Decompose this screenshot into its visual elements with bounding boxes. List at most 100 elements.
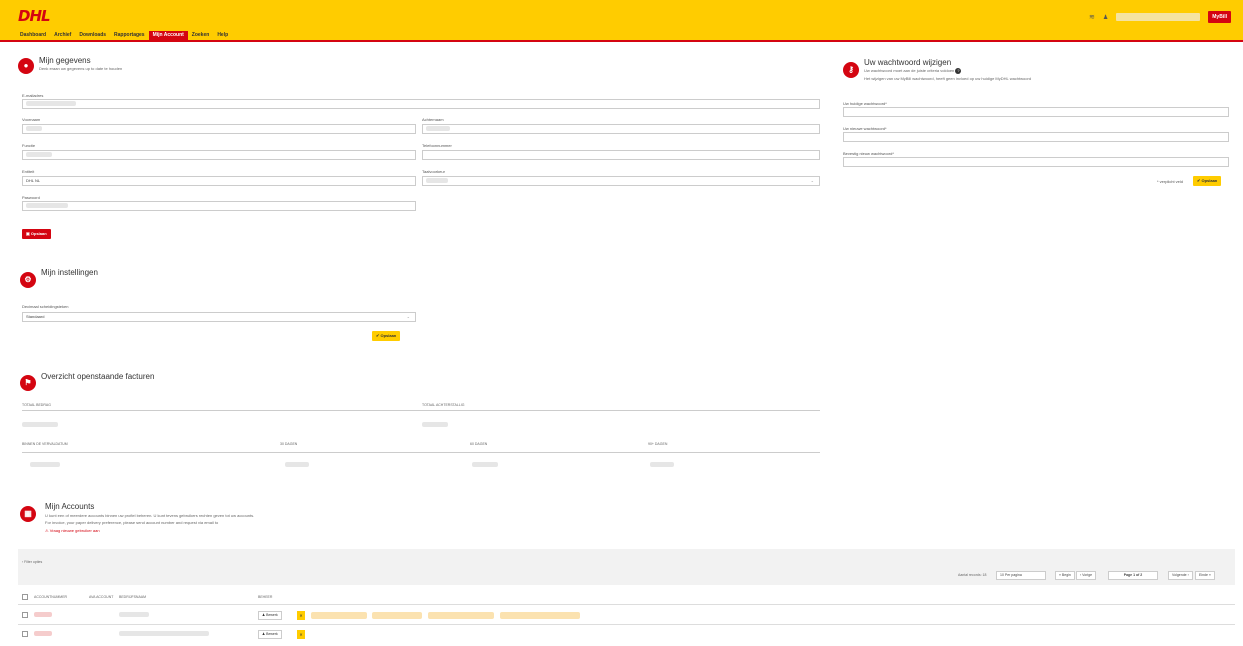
dagen-90-header: 90+ dagen: [648, 442, 668, 446]
facturen-title: Overzicht openstaande facturen: [41, 372, 155, 381]
binnen-vervaldatum-header: Binnen de vervaldatum: [22, 442, 68, 446]
page-indicator[interactable]: Page 1 of 2: [1108, 571, 1158, 580]
accountnummer-header: Accountnummer: [34, 595, 68, 599]
voornaam-label: Voornaam: [22, 117, 41, 122]
select-all-checkbox[interactable]: [22, 594, 28, 600]
bevestig-label: Bevestig nieuw wachtwoord*: [843, 151, 894, 156]
wachtwoord-title: Uw wachtwoord wijzigen: [864, 58, 952, 67]
entiteit-field[interactable]: DHL NL: [22, 176, 416, 186]
signal-icon[interactable]: ≋: [1089, 13, 1095, 21]
help-icon[interactable]: ?: [955, 68, 962, 74]
volgende-button[interactable]: Volgende ›: [1168, 571, 1193, 580]
nav-archief[interactable]: Archief: [50, 31, 75, 40]
divider: [18, 624, 1235, 625]
bevestig-wachtwoord-field[interactable]: [843, 157, 1229, 167]
begin-button[interactable]: « Begin: [1055, 571, 1075, 580]
remove-button[interactable]: ✕: [297, 611, 305, 620]
chevron-down-icon: ⌄: [406, 314, 410, 319]
flag-icon: ⚑: [20, 375, 36, 391]
totaal-bedrag-header: Totaal bedrag: [22, 403, 51, 407]
huidig-label: Uw huidige wachtwoord*: [843, 101, 887, 106]
key-icon: ⚷: [843, 62, 859, 78]
mybill-badge[interactable]: MyBill: [1208, 11, 1231, 23]
einde-button[interactable]: Einde »: [1195, 571, 1215, 580]
gegevens-opslaan-button[interactable]: ▣ Opslaan: [22, 229, 51, 239]
nieuwe-gebruiker-link[interactable]: ⚠ Vraag nieuwe gebruiker aan: [45, 528, 100, 533]
user-chip[interactable]: [500, 612, 580, 619]
filter-toggle[interactable]: › Filter opties: [22, 560, 42, 564]
decimal-select[interactable]: Standaard ⌄: [22, 312, 416, 322]
dhl-logo[interactable]: DHL: [18, 9, 64, 24]
per-page-select[interactable]: 10 Per pagina: [996, 571, 1046, 580]
user-chip[interactable]: [311, 612, 367, 619]
wachtwoord-opslaan-button[interactable]: ✔ Opslaan: [1193, 176, 1222, 186]
nav-rapportages[interactable]: Rapportages: [110, 31, 149, 40]
achternaam-label: Achternaam: [422, 117, 444, 122]
header-right: ≋ ♟ MyBill: [1089, 11, 1231, 23]
gegevens-title: Mijn gegevens: [39, 56, 91, 65]
divider: [22, 410, 820, 411]
user-chip[interactable]: [372, 612, 422, 619]
email-field[interactable]: [22, 99, 820, 109]
dagen-30-header: 30 dagen: [280, 442, 298, 446]
top-header: DHL Dashboard Archief Downloads Rapporta…: [0, 0, 1243, 42]
telefoon-label: Telefoonnummer: [422, 143, 452, 148]
huidig-wachtwoord-field[interactable]: [843, 107, 1229, 117]
account-number[interactable]: [34, 631, 52, 637]
nav-dashboard[interactable]: Dashboard: [16, 31, 50, 40]
achternaam-field[interactable]: [422, 124, 820, 134]
voornaam-field[interactable]: [22, 124, 416, 134]
instellingen-opslaan-button[interactable]: ✔ Opslaan: [372, 331, 401, 341]
taal-select[interactable]: ⌄: [422, 176, 820, 186]
accounts-line1: U kunt een of meerdere accounts binnen u…: [45, 513, 255, 518]
gears-icon: ⚙: [20, 272, 36, 288]
bewerk-button[interactable]: ♟ Bewerk: [258, 630, 282, 639]
nav-mijn-account[interactable]: Mijn Account: [148, 31, 188, 40]
account-number[interactable]: [34, 612, 52, 618]
user-name-box[interactable]: [1116, 13, 1201, 21]
row-checkbox[interactable]: [22, 612, 28, 618]
building-icon: ▦: [20, 506, 36, 522]
totaal-bedrag-value: [22, 422, 58, 428]
dagen-60-value: [472, 462, 498, 468]
vorige-button[interactable]: ‹ Vorige: [1076, 571, 1097, 580]
wachtwoord-sub2: Het wijzigen van uw MyBill wachtwoord, h…: [864, 76, 1032, 81]
totaal-achterstallig-value: [422, 422, 448, 428]
bewerk-button[interactable]: ♟ Bewerk: [258, 611, 282, 620]
dagen-60-header: 60 dagen: [470, 442, 488, 446]
instellingen-title: Mijn instellingen: [41, 268, 98, 277]
nieuw-wachtwoord-field[interactable]: [843, 132, 1229, 142]
telefoon-field[interactable]: [422, 150, 820, 160]
wachtwoord-sub1: Uw wachtwoord moet aan de juiste criteri…: [864, 68, 962, 74]
entiteit-label: Entiteit: [22, 169, 35, 174]
paswoord-label: Paswoord: [22, 195, 40, 200]
gegevens-subtitle: Denk eraan uw gegevens up to date te hou…: [39, 66, 123, 71]
email-label: E-mailadres: [22, 93, 44, 98]
nav-help[interactable]: Help: [213, 31, 232, 40]
functie-field[interactable]: [22, 150, 416, 160]
company-name: [119, 612, 149, 618]
verplicht-label: * verplicht veld: [1157, 179, 1184, 184]
functie-label: Functie: [22, 143, 36, 148]
divider: [18, 604, 1235, 605]
beheer-header: Beheer: [258, 595, 273, 599]
ava-account-header: AVA Account: [89, 595, 114, 599]
accounts-toolbar: › Filter opties Aantal records: 18 10 Pe…: [18, 549, 1235, 585]
nieuw-label: Uw nieuwe wachtwoord*: [843, 126, 887, 131]
bedrijfsnaam-header: Bedrijfsnaam: [119, 595, 147, 599]
remove-button[interactable]: ✕: [297, 630, 305, 639]
accounts-title: Mijn Accounts: [45, 502, 95, 511]
binnen-value: [30, 462, 60, 468]
divider: [22, 452, 820, 453]
user-section-icon: ●: [18, 58, 34, 74]
paswoord-field[interactable]: [22, 201, 416, 211]
records-count: Aantal records: 18: [958, 573, 987, 577]
taal-label: Taalvoorkeur: [422, 169, 445, 174]
nav-zoeken[interactable]: Zoeken: [188, 31, 214, 40]
row-checkbox[interactable]: [22, 631, 28, 637]
user-chip[interactable]: [428, 612, 494, 619]
totaal-achterstallig-header: Totaal achterstallig: [422, 403, 465, 407]
decimal-label: Decimaal scheidingsteken: [22, 304, 69, 309]
chevron-down-icon: ⌄: [810, 178, 814, 183]
nav-downloads[interactable]: Downloads: [75, 31, 110, 40]
